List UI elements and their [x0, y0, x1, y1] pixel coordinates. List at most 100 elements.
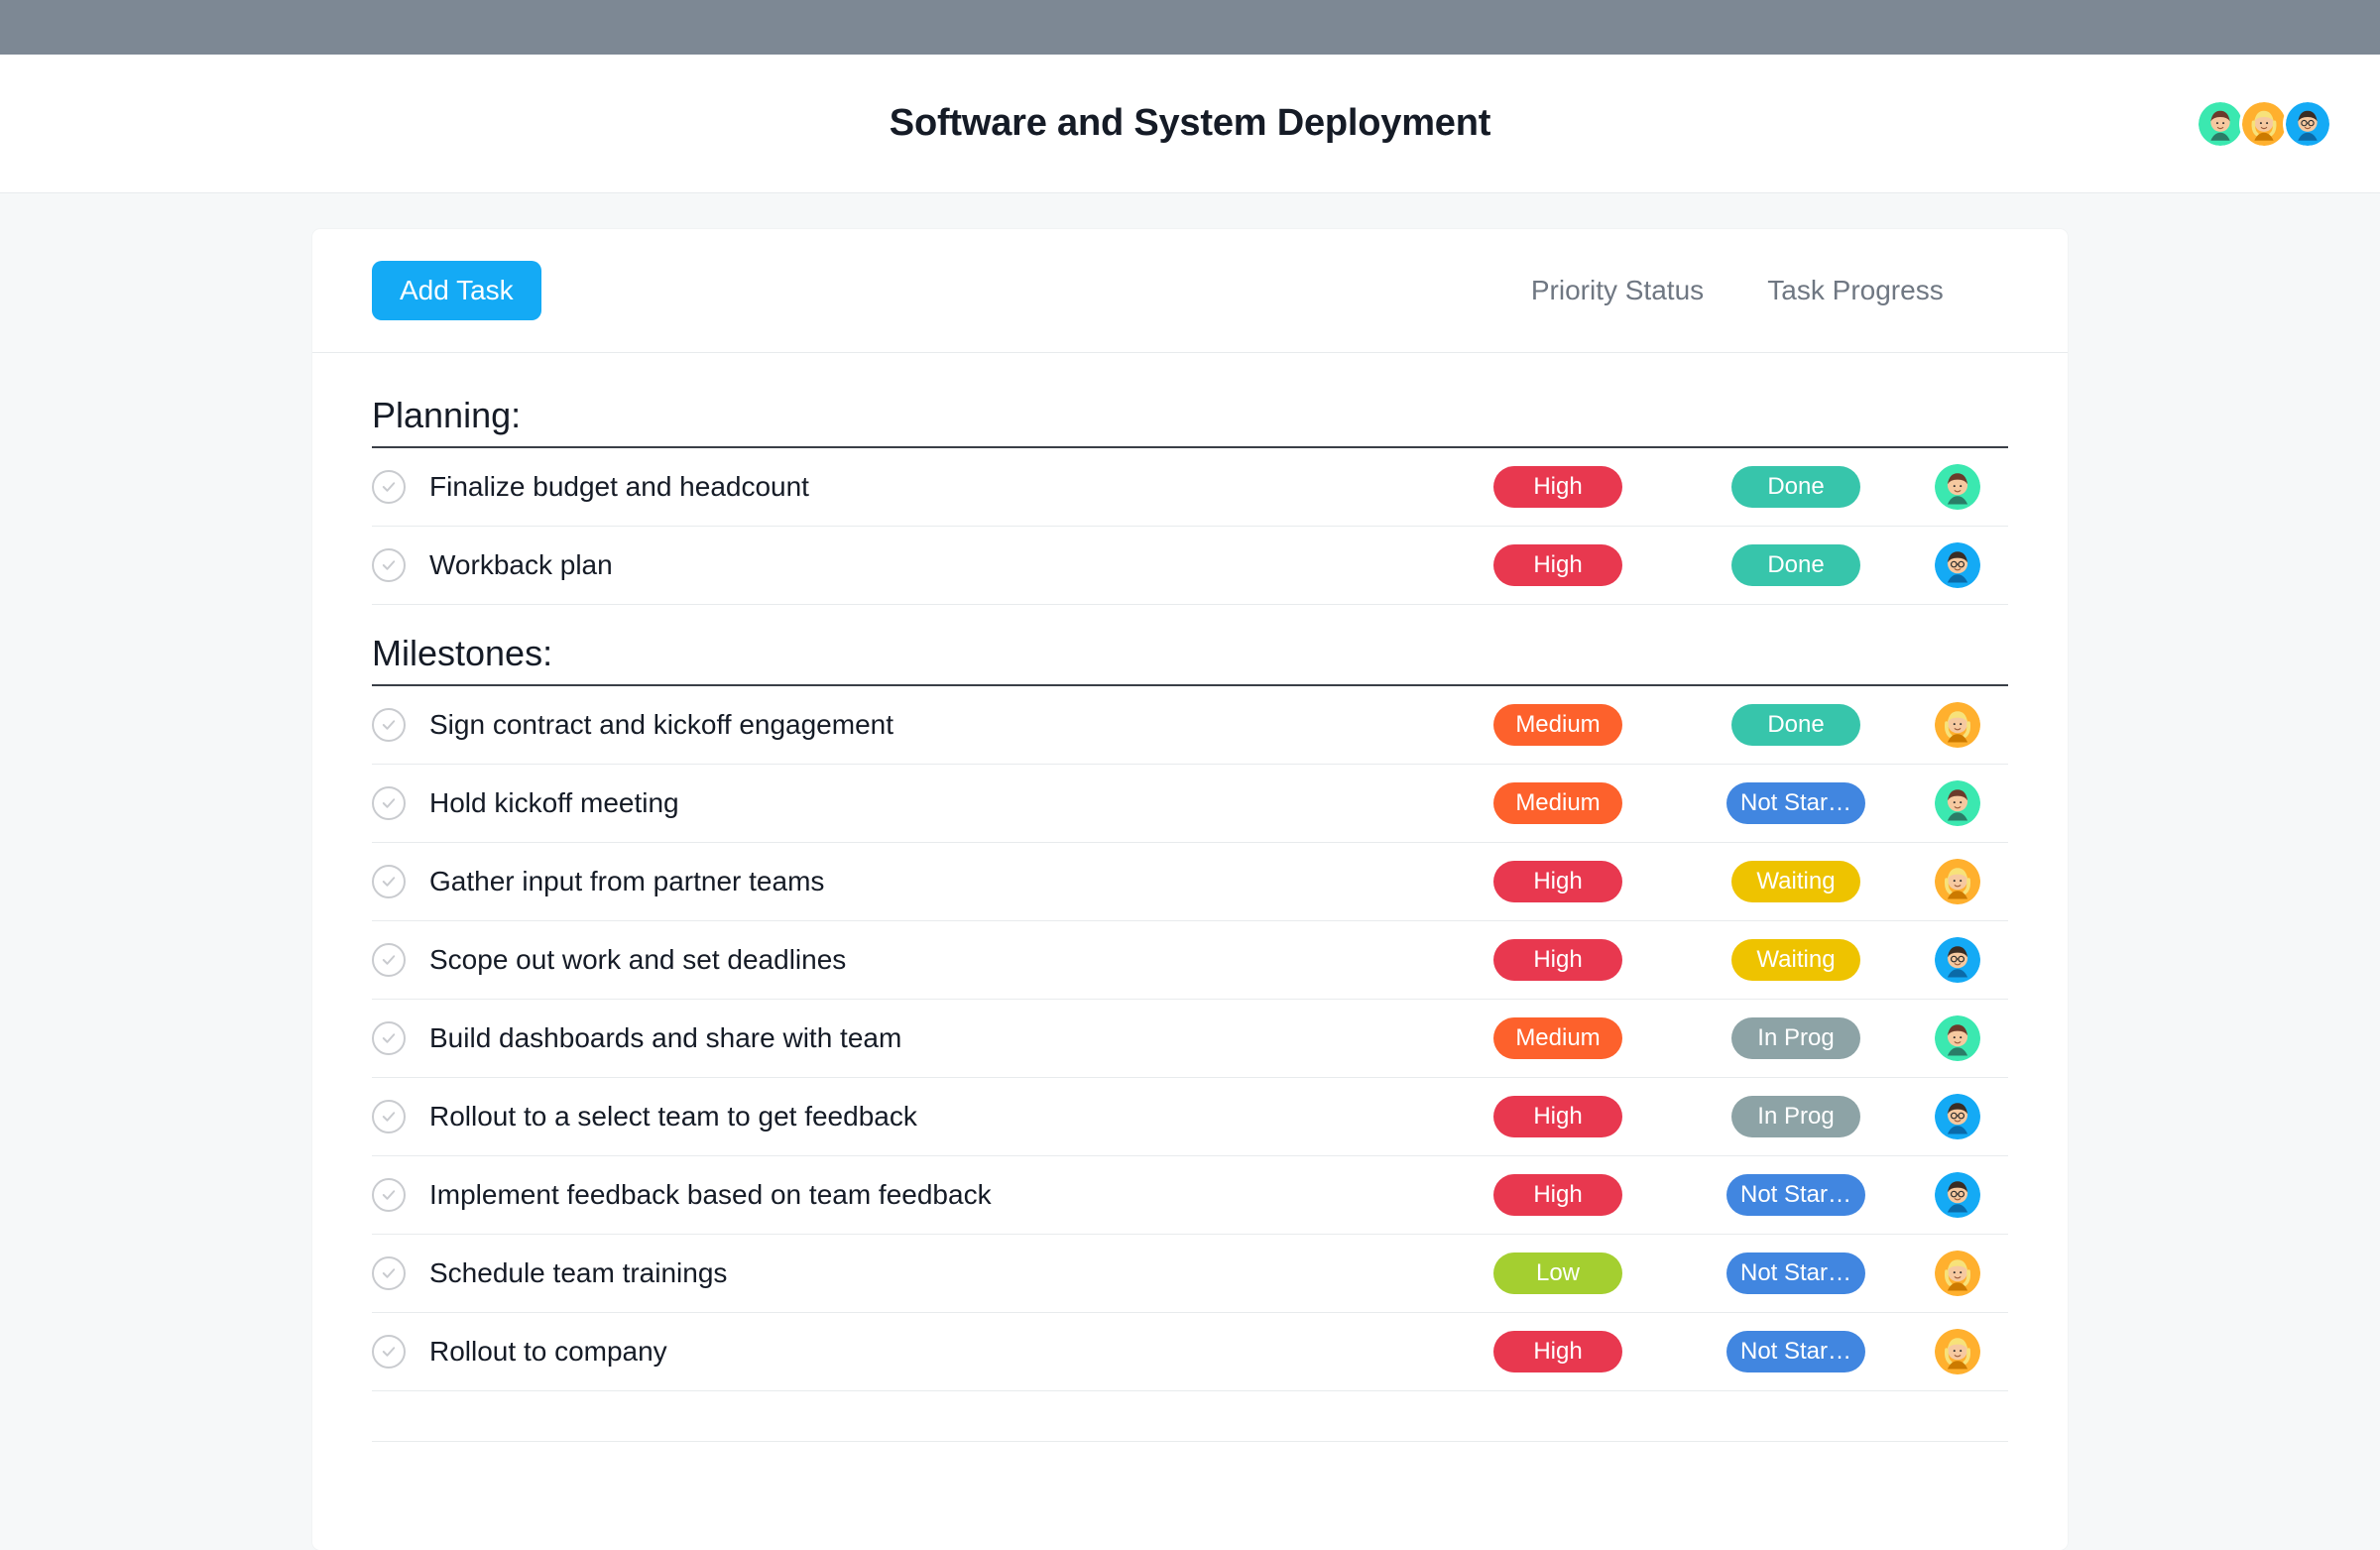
complete-task-checkbox[interactable]	[372, 786, 406, 820]
progress-cell[interactable]: In Prog	[1677, 1017, 1915, 1059]
progress-pill[interactable]: Done	[1731, 704, 1860, 746]
add-task-button[interactable]: Add Task	[372, 261, 541, 320]
priority-pill[interactable]: High	[1493, 466, 1622, 508]
priority-cell[interactable]: High	[1439, 1174, 1677, 1216]
avatar[interactable]	[1935, 859, 1980, 904]
section-title[interactable]: Planning:	[372, 395, 2008, 448]
priority-pill[interactable]: High	[1493, 1096, 1622, 1137]
complete-task-checkbox[interactable]	[372, 865, 406, 898]
priority-cell[interactable]: High	[1439, 1331, 1677, 1372]
avatar[interactable]	[1935, 937, 1980, 983]
priority-pill[interactable]: High	[1493, 544, 1622, 586]
progress-pill[interactable]: Not Star…	[1726, 1331, 1865, 1372]
avatar[interactable]	[2283, 99, 2332, 149]
task-row[interactable]: Gather input from partner teams High Waiti…	[372, 843, 2008, 921]
priority-pill[interactable]: Medium	[1493, 782, 1622, 824]
progress-cell[interactable]: Waiting	[1677, 939, 1915, 981]
task-name[interactable]: Rollout to company	[429, 1336, 1439, 1368]
task-name[interactable]: Sign contract and kickoff engagement	[429, 709, 1439, 741]
task-name[interactable]: Finalize budget and headcount	[429, 471, 1439, 503]
avatar[interactable]	[1935, 1015, 1980, 1061]
avatar[interactable]	[1935, 542, 1980, 588]
priority-cell[interactable]: High	[1439, 1096, 1677, 1137]
task-row[interactable]: Schedule team trainings Low Not Star…	[372, 1235, 2008, 1313]
assignee-cell[interactable]	[1915, 702, 2008, 748]
task-name[interactable]: Implement feedback based on team feedbac…	[429, 1179, 1439, 1211]
progress-pill[interactable]: In Prog	[1731, 1017, 1860, 1059]
task-row[interactable]: Rollout to a select team to get feedback…	[372, 1078, 2008, 1156]
avatar[interactable]	[1935, 780, 1980, 826]
progress-pill[interactable]: Waiting	[1731, 939, 1860, 981]
progress-pill[interactable]: In Prog	[1731, 1096, 1860, 1137]
task-row[interactable]: Workback plan High Done	[372, 527, 2008, 605]
complete-task-checkbox[interactable]	[372, 708, 406, 742]
task-name[interactable]: Gather input from partner teams	[429, 866, 1439, 897]
progress-cell[interactable]: Done	[1677, 466, 1915, 508]
task-row[interactable]: Rollout to company High Not Star…	[372, 1313, 2008, 1391]
complete-task-checkbox[interactable]	[372, 470, 406, 504]
task-row[interactable]: Build dashboards and share with team Medi…	[372, 1000, 2008, 1078]
priority-cell[interactable]: Medium	[1439, 1017, 1677, 1059]
complete-task-checkbox[interactable]	[372, 943, 406, 977]
priority-cell[interactable]: Medium	[1439, 704, 1677, 746]
priority-cell[interactable]: High	[1439, 939, 1677, 981]
progress-cell[interactable]: Not Star…	[1677, 1174, 1915, 1216]
task-name[interactable]: Schedule team trainings	[429, 1257, 1439, 1289]
priority-pill[interactable]: High	[1493, 861, 1622, 902]
avatar[interactable]	[1935, 1172, 1980, 1218]
avatar[interactable]	[1935, 464, 1980, 510]
avatar[interactable]	[2239, 99, 2289, 149]
progress-pill[interactable]: Done	[1731, 466, 1860, 508]
task-row[interactable]: Implement feedback based on team feedbac…	[372, 1156, 2008, 1235]
progress-cell[interactable]: Done	[1677, 544, 1915, 586]
task-row[interactable]: Scope out work and set deadlines High Wait…	[372, 921, 2008, 1000]
progress-cell[interactable]: Waiting	[1677, 861, 1915, 902]
progress-pill[interactable]: Not Star…	[1726, 1252, 1865, 1294]
priority-pill[interactable]: High	[1493, 1331, 1622, 1372]
assignee-cell[interactable]	[1915, 1015, 2008, 1061]
assignee-cell[interactable]	[1915, 464, 2008, 510]
task-row[interactable]: Sign contract and kickoff engagement Medi…	[372, 686, 2008, 765]
section-title[interactable]: Milestones:	[372, 633, 2008, 686]
progress-pill[interactable]: Not Star…	[1726, 782, 1865, 824]
assignee-cell[interactable]	[1915, 1329, 2008, 1374]
task-row[interactable]: Hold kickoff meeting Medium Not Star…	[372, 765, 2008, 843]
priority-cell[interactable]: High	[1439, 544, 1677, 586]
task-name[interactable]: Build dashboards and share with team	[429, 1022, 1439, 1054]
assignee-cell[interactable]	[1915, 780, 2008, 826]
assignee-cell[interactable]	[1915, 1094, 2008, 1139]
priority-cell[interactable]: High	[1439, 861, 1677, 902]
assignee-cell[interactable]	[1915, 859, 2008, 904]
avatar[interactable]	[1935, 1094, 1980, 1139]
complete-task-checkbox[interactable]	[372, 1178, 406, 1212]
priority-cell[interactable]: Medium	[1439, 782, 1677, 824]
priority-pill[interactable]: Medium	[1493, 704, 1622, 746]
progress-pill[interactable]: Not Star…	[1726, 1174, 1865, 1216]
task-row[interactable]: Finalize budget and headcount High Done	[372, 448, 2008, 527]
complete-task-checkbox[interactable]	[372, 1256, 406, 1290]
priority-pill[interactable]: High	[1493, 1174, 1622, 1216]
priority-pill[interactable]: Medium	[1493, 1017, 1622, 1059]
progress-cell[interactable]: Done	[1677, 704, 1915, 746]
priority-pill[interactable]: High	[1493, 939, 1622, 981]
avatar[interactable]	[1935, 1329, 1980, 1374]
avatar[interactable]	[2196, 99, 2245, 149]
complete-task-checkbox[interactable]	[372, 1335, 406, 1369]
progress-cell[interactable]: Not Star…	[1677, 1331, 1915, 1372]
progress-cell[interactable]: Not Star…	[1677, 1252, 1915, 1294]
task-name[interactable]: Rollout to a select team to get feedback	[429, 1101, 1439, 1133]
assignee-cell[interactable]	[1915, 1251, 2008, 1296]
task-name[interactable]: Scope out work and set deadlines	[429, 944, 1439, 976]
complete-task-checkbox[interactable]	[372, 548, 406, 582]
assignee-cell[interactable]	[1915, 937, 2008, 983]
task-name[interactable]: Workback plan	[429, 549, 1439, 581]
priority-cell[interactable]: High	[1439, 466, 1677, 508]
complete-task-checkbox[interactable]	[372, 1021, 406, 1055]
avatar[interactable]	[1935, 1251, 1980, 1296]
assignee-cell[interactable]	[1915, 542, 2008, 588]
priority-cell[interactable]: Low	[1439, 1252, 1677, 1294]
progress-cell[interactable]: Not Star…	[1677, 782, 1915, 824]
task-name[interactable]: Hold kickoff meeting	[429, 787, 1439, 819]
priority-pill[interactable]: Low	[1493, 1252, 1622, 1294]
avatar[interactable]	[1935, 702, 1980, 748]
